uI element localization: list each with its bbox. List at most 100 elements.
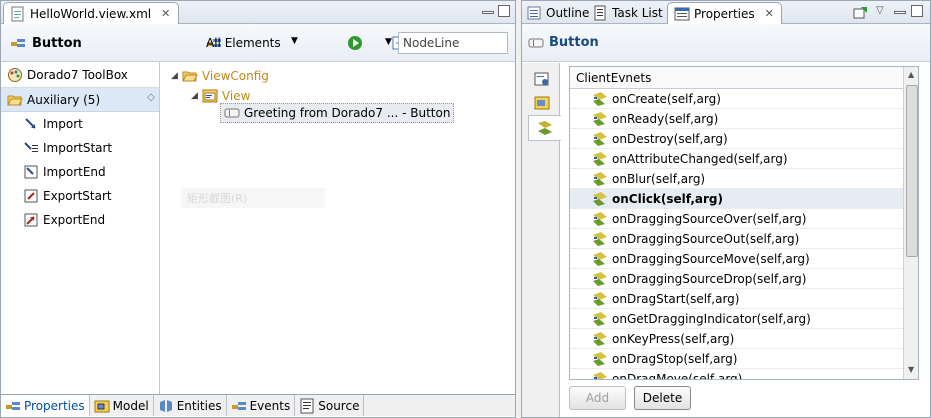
- event-label: onClick(self,arg): [612, 191, 724, 206]
- vertical-scrollbar[interactable]: ▲ ▼: [903, 67, 918, 379]
- import-icon: [23, 116, 39, 132]
- tab-task-list[interactable]: Task List: [592, 5, 663, 21]
- event-icon: [592, 91, 608, 107]
- close-icon[interactable]: ✕: [161, 7, 170, 20]
- event-row-onblur[interactable]: onBlur(self,arg): [570, 169, 903, 189]
- event-label: onGetDraggingIndicator(self,arg): [612, 311, 811, 326]
- event-icon: [592, 371, 608, 379]
- toolbox-palette: Dorado7 ToolBox Auxiliary (5) ◇ Import I…: [1, 62, 160, 394]
- outline-icon: [526, 5, 542, 21]
- close-icon[interactable]: ✕: [765, 7, 774, 20]
- event-label: onDraggingSourceMove(self,arg): [612, 251, 810, 266]
- open-folder-icon: [182, 68, 198, 84]
- chevron-down-icon[interactable]: ▼: [385, 37, 392, 47]
- event-row-ondestroy[interactable]: onDestroy(self,arg): [570, 129, 903, 149]
- add-button[interactable]: Add: [569, 386, 626, 410]
- minimize-icon[interactable]: [482, 11, 494, 14]
- event-icon: [592, 331, 608, 347]
- import-start-icon: [23, 140, 39, 156]
- event-row-ondraggingsourceout[interactable]: onDraggingSourceOut(self,arg): [570, 229, 903, 249]
- palette-item-importend[interactable]: ImportEnd: [1, 160, 159, 184]
- selected-element-title: Button: [32, 36, 82, 51]
- palette-group-label: Auxiliary (5): [27, 92, 101, 107]
- open-folder-icon: [7, 92, 23, 108]
- tab-events[interactable]: Events: [227, 395, 296, 416]
- task-list-icon: [592, 5, 608, 21]
- event-row-ondragmove[interactable]: onDragMove(self,arg): [570, 369, 903, 379]
- toolbox-title: Dorado7 ToolBox: [27, 67, 128, 82]
- event-row-onkeypress[interactable]: onKeyPress(self,arg): [570, 329, 903, 349]
- tab-label: Model: [112, 398, 149, 413]
- palette-item-exportend[interactable]: ExportEnd: [1, 208, 159, 232]
- event-row-ongetdraggingindicator[interactable]: onGetDraggingIndicator(self,arg): [570, 309, 903, 329]
- tab-source[interactable]: Source: [295, 395, 365, 416]
- category-tab-properties[interactable]: [528, 67, 556, 91]
- editor-tabbar: HelloWorld.view.xml ✕: [1, 1, 515, 24]
- category-tab-layout[interactable]: [528, 91, 556, 115]
- event-row-ondraggingsourcedrop[interactable]: onDraggingSourceDrop(self,arg): [570, 269, 903, 289]
- palette-icon: [7, 67, 23, 83]
- event-icon: [592, 351, 608, 367]
- event-row-onready[interactable]: onReady(self,arg): [570, 109, 903, 129]
- event-label: onDestroy(self,arg): [612, 131, 728, 146]
- tab-model[interactable]: Model: [90, 395, 154, 416]
- properties-header: Button: [522, 24, 930, 62]
- scroll-down-icon[interactable]: ▼: [908, 365, 914, 374]
- scrollbar-thumb[interactable]: [906, 85, 918, 257]
- view-menu-icon[interactable]: ▽: [876, 5, 884, 16]
- event-label: onReady(self,arg): [612, 111, 719, 126]
- tab-entities[interactable]: Entities: [154, 395, 227, 416]
- toolbox-header[interactable]: Dorado7 ToolBox: [1, 62, 159, 88]
- chevron-down-icon[interactable]: ▼: [291, 36, 298, 46]
- event-row-oncreate[interactable]: onCreate(self,arg): [570, 89, 903, 109]
- tree-expand-icon[interactable]: ◢: [171, 71, 178, 81]
- properties-tabbar: Outline Task List Properties ✕ ▽: [522, 1, 930, 24]
- pin-view-icon[interactable]: [852, 5, 868, 21]
- tab-label: Properties: [24, 398, 85, 413]
- palette-item-importstart[interactable]: ImportStart: [1, 136, 159, 160]
- scroll-up-icon[interactable]: ▲: [908, 70, 914, 79]
- element-filter-dropdown[interactable]: All Elements: [206, 36, 281, 50]
- palette-item-label: ImportStart: [43, 141, 113, 155]
- palette-item-label: ExportStart: [43, 189, 112, 203]
- palette-item-import[interactable]: Import: [1, 112, 159, 136]
- event-label: onKeyPress(self,arg): [612, 331, 735, 346]
- source-icon: [299, 398, 315, 414]
- maximize-icon[interactable]: [498, 5, 510, 17]
- palette-group-auxiliary[interactable]: Auxiliary (5) ◇: [1, 88, 159, 112]
- event-label: onDragStart(self,arg): [612, 291, 740, 306]
- editor-tab-helloworld[interactable]: HelloWorld.view.xml ✕: [3, 2, 179, 24]
- model-icon: [94, 398, 110, 414]
- event-row-onattributechanged[interactable]: onAttributeChanged(self,arg): [570, 149, 903, 169]
- properties-title: Button: [549, 35, 599, 50]
- delete-button[interactable]: Delete: [634, 386, 691, 410]
- event-icon: [592, 311, 608, 327]
- event-icon: [592, 191, 608, 207]
- palette-item-label: ExportEnd: [43, 213, 106, 227]
- import-end-icon: [23, 164, 39, 180]
- event-row-ondragstart[interactable]: onDragStart(self,arg): [570, 289, 903, 309]
- maximize-icon[interactable]: [911, 5, 923, 17]
- view-outline-tree: ◢ ViewConfig ◢ View Greeting from Dorado…: [161, 62, 515, 394]
- search-input[interactable]: [398, 32, 508, 54]
- tab-properties-view[interactable]: Properties ✕: [667, 2, 782, 24]
- palette-item-label: Import: [43, 117, 83, 131]
- event-row-onclick[interactable]: onClick(self,arg): [570, 189, 903, 209]
- tab-outline[interactable]: Outline: [526, 5, 589, 21]
- category-tab-events[interactable]: [528, 115, 561, 141]
- tree-expand-icon[interactable]: ◢: [191, 91, 198, 101]
- event-icon: [592, 291, 608, 307]
- minimize-icon[interactable]: [894, 11, 906, 14]
- list-header: ClientEvnets: [570, 67, 903, 89]
- event-row-ondraggingsourcemove[interactable]: onDraggingSourceMove(self,arg): [570, 249, 903, 269]
- client-events-list: ClientEvnets onCreate(self,arg) onReady(…: [569, 66, 919, 380]
- tree-node-button[interactable]: Greeting from Dorado7 ... - Button: [220, 103, 455, 123]
- collapse-icon[interactable]: ◇: [147, 92, 155, 103]
- tab-properties[interactable]: Properties: [1, 395, 90, 416]
- event-row-ondraggingsourceover[interactable]: onDraggingSourceOver(self,arg): [570, 209, 903, 229]
- tree-node-viewconfig[interactable]: ◢ ViewConfig: [171, 66, 269, 86]
- run-icon[interactable]: [347, 35, 363, 51]
- event-icon: [592, 111, 608, 127]
- palette-item-exportstart[interactable]: ExportStart: [1, 184, 159, 208]
- event-row-ondragstop[interactable]: onDragStop(self,arg): [570, 349, 903, 369]
